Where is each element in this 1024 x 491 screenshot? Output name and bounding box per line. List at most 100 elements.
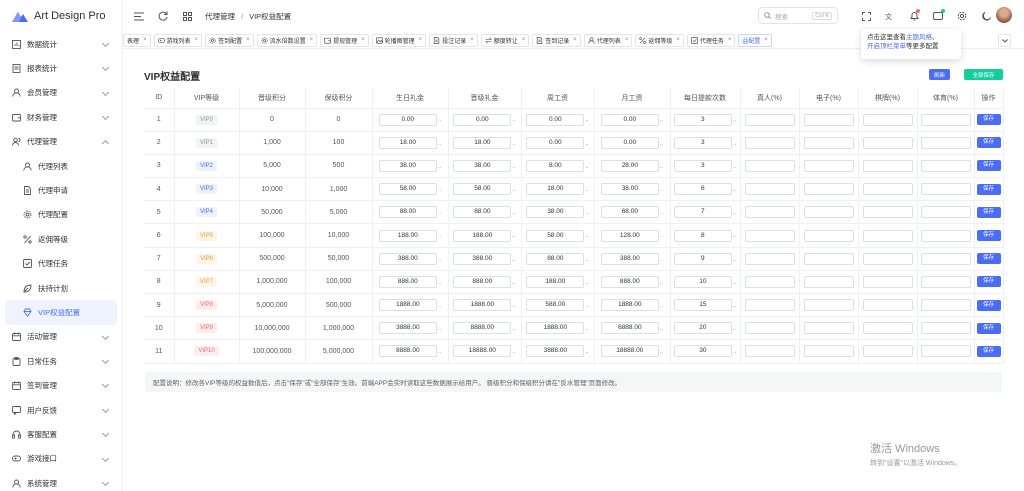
tab-9[interactable]: 代理列表 ×	[583, 33, 633, 47]
chevron-down-icon[interactable]	[998, 34, 1011, 47]
chess-percent-input[interactable]	[862, 229, 913, 242]
sports-percent-input[interactable]	[920, 275, 971, 288]
sidebar-item-13[interactable]: 日常任务	[0, 349, 122, 373]
promo-input[interactable]: 18.00	[453, 136, 512, 149]
save-all-button[interactable]: 全部保存	[964, 69, 1003, 80]
tab-1[interactable]: 游戏列表 ×	[153, 33, 203, 47]
promo-input[interactable]: 88.00	[453, 206, 512, 219]
sports-percent-input[interactable]	[920, 345, 971, 358]
sidebar-item-7[interactable]: 代理配置	[0, 203, 122, 227]
chess-percent-input[interactable]	[862, 345, 913, 358]
promo-input[interactable]: 388.00	[453, 252, 512, 265]
save-button[interactable]: 保存	[976, 345, 1001, 357]
withdraw-input[interactable]: 20	[673, 322, 732, 335]
promo-input[interactable]: 188.00	[453, 229, 512, 242]
sidebar-item-8[interactable]: 返佣等级	[0, 227, 122, 251]
close-icon[interactable]: ×	[764, 37, 768, 43]
birthday-input[interactable]: 8888.00	[378, 345, 437, 358]
live-percent-input[interactable]	[744, 206, 795, 219]
chess-percent-input[interactable]	[862, 322, 913, 335]
sidebar-item-3[interactable]: 财务管理	[0, 105, 122, 129]
slots-percent-input[interactable]	[803, 206, 854, 219]
live-percent-input[interactable]	[744, 299, 795, 312]
fullscreen-icon[interactable]	[858, 8, 874, 24]
promo-input[interactable]: 0.00	[453, 113, 512, 126]
promo-input[interactable]: 888.00	[453, 275, 512, 288]
birthday-input[interactable]: 18.00	[378, 136, 437, 149]
translate-icon[interactable]: 文	[882, 8, 898, 24]
close-icon[interactable]: ×	[625, 37, 629, 43]
save-button[interactable]: 保存	[976, 160, 1001, 172]
close-icon[interactable]: ×	[470, 37, 474, 43]
promo-input[interactable]: 1888.00	[453, 299, 512, 312]
weekly-input[interactable]: 0.00	[526, 113, 585, 126]
refresh-icon[interactable]	[155, 8, 171, 24]
monthly-input[interactable]: 0.00	[600, 113, 659, 126]
tooltip-link-theme[interactable]: 主题风格	[906, 34, 932, 41]
tab-0[interactable]: 表理 ×	[123, 33, 151, 47]
live-percent-input[interactable]	[744, 322, 795, 335]
birthday-input[interactable]: 58.00	[378, 183, 437, 196]
live-percent-input[interactable]	[744, 113, 795, 126]
close-icon[interactable]: ×	[728, 37, 732, 43]
promo-input[interactable]: 8888.00	[453, 322, 512, 335]
slots-percent-input[interactable]	[803, 322, 854, 335]
close-icon[interactable]: ×	[676, 37, 680, 43]
tab-3[interactable]: 流水倍数设置 ×	[256, 33, 318, 47]
search-input[interactable]: 搜索 Ctrl K	[758, 7, 838, 24]
live-percent-input[interactable]	[744, 345, 795, 358]
monthly-input[interactable]: 128.00	[600, 229, 659, 242]
monthly-input[interactable]: 0.00	[600, 136, 659, 149]
moon-icon[interactable]	[978, 8, 994, 24]
tab-12[interactable]: 益配置 ×	[738, 33, 772, 47]
sidebar-item-15[interactable]: 用户反馈	[0, 398, 122, 422]
sidebar-item-4[interactable]: 代理管理	[0, 130, 122, 154]
sidebar-item-10[interactable]: 扶持计划	[0, 276, 122, 300]
close-icon[interactable]: ×	[522, 37, 526, 43]
sidebar-item-6[interactable]: 代理申请	[0, 178, 122, 202]
tab-7[interactable]: 额度转让 ×	[480, 33, 530, 47]
monthly-input[interactable]: 6888.00	[600, 322, 659, 335]
menu-toggle-icon[interactable]	[131, 8, 147, 24]
withdraw-input[interactable]: 6	[673, 183, 732, 196]
close-icon[interactable]: ×	[361, 37, 365, 43]
breadcrumb-item[interactable]: 代理管理	[205, 12, 235, 21]
chess-percent-input[interactable]	[862, 206, 913, 219]
monthly-input[interactable]: 1888.00	[600, 299, 659, 312]
withdraw-input[interactable]: 3	[673, 113, 732, 126]
sidebar-item-18[interactable]: 系统管理	[0, 471, 122, 491]
sidebar-item-9[interactable]: 代理任务	[0, 252, 122, 276]
sidebar-item-1[interactable]: 报表统计	[0, 56, 122, 80]
withdraw-input[interactable]: 10	[673, 275, 732, 288]
birthday-input[interactable]: 0.00	[378, 113, 437, 126]
weekly-input[interactable]: 188.00	[526, 275, 585, 288]
slots-percent-input[interactable]	[803, 275, 854, 288]
chess-percent-input[interactable]	[862, 183, 913, 196]
chess-percent-input[interactable]	[862, 252, 913, 265]
sidebar-item-2[interactable]: 会员管理	[0, 81, 122, 105]
sidebar-item-5[interactable]: 代理列表	[0, 154, 122, 178]
birthday-input[interactable]: 88.00	[378, 206, 437, 219]
sports-percent-input[interactable]	[920, 299, 971, 312]
withdraw-input[interactable]: 30	[673, 345, 732, 358]
close-icon[interactable]: ×	[419, 37, 423, 43]
tooltip-link-topmenu[interactable]: 开启顶栏菜单	[867, 43, 906, 50]
weekly-input[interactable]: 1888.00	[526, 322, 585, 335]
tab-2[interactable]: 签到配置 ×	[205, 33, 254, 47]
chess-percent-input[interactable]	[862, 275, 913, 288]
chess-percent-input[interactable]	[862, 136, 913, 149]
weekly-input[interactable]: 0.00	[526, 136, 585, 149]
withdraw-input[interactable]: 3	[673, 136, 732, 149]
save-button[interactable]: 保存	[976, 253, 1001, 265]
weekly-input[interactable]: 88.00	[526, 252, 585, 265]
save-button[interactable]: 保存	[976, 230, 1001, 242]
sports-percent-input[interactable]	[920, 252, 971, 265]
monthly-input[interactable]: 18888.00	[600, 345, 659, 358]
slots-percent-input[interactable]	[803, 229, 854, 242]
tab-10[interactable]: 返佣等级 ×	[635, 33, 684, 47]
bell-icon[interactable]	[906, 8, 922, 24]
tab-4[interactable]: 提现管理 ×	[320, 33, 369, 47]
live-percent-input[interactable]	[744, 183, 795, 196]
live-percent-input[interactable]	[744, 275, 795, 288]
tab-11[interactable]: 代理任务 ×	[686, 33, 736, 47]
